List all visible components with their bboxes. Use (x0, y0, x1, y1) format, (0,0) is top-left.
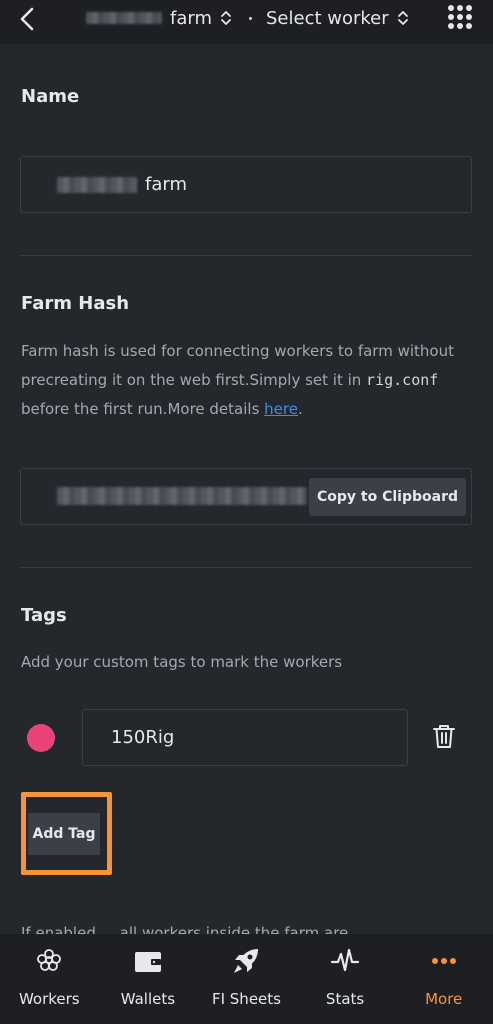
wallet-icon (134, 952, 161, 972)
separator-dot (249, 17, 252, 20)
nav-item-workers[interactable]: Workers (0, 934, 99, 1024)
farm-name-value: farm (145, 174, 187, 195)
worker-selector-label: Select worker (266, 7, 389, 29)
top-bar: farm Select worker (0, 0, 493, 44)
apps-grid-icon[interactable] (446, 3, 474, 31)
chevron-up-down-icon (221, 11, 231, 25)
farm-name-input[interactable]: farm (20, 156, 472, 213)
more-details-link[interactable]: here (264, 400, 298, 418)
farm-hash-description: Farm hash is used for connecting workers… (21, 337, 473, 424)
nav-label: Stats (325, 990, 365, 1008)
tag-name-value: 150Rig (111, 727, 175, 748)
farm-hash-section-title: Farm Hash (21, 293, 130, 314)
trash-icon[interactable] (432, 723, 456, 749)
pulse-icon (330, 948, 360, 972)
chevron-up-down-icon (397, 11, 408, 25)
redacted-farm-name (57, 176, 137, 193)
name-section-title: Name (21, 86, 80, 107)
copy-to-clipboard-button[interactable]: Copy to Clipboard (309, 478, 466, 516)
more-icon (431, 958, 456, 964)
farm-selector-label: farm (170, 7, 212, 29)
farm-hash-desc-text: . (297, 400, 303, 418)
back-arrow-icon[interactable] (16, 7, 40, 31)
farm-hash-desc-text: before the first run.More details (21, 400, 265, 418)
redacted-farm-name (86, 12, 162, 24)
add-tag-button[interactable]: Add Tag (28, 813, 100, 855)
section-divider (20, 255, 472, 256)
tags-section-title: Tags (21, 605, 67, 626)
nav-item-wallets[interactable]: Wallets (99, 934, 198, 1024)
farm-settings-page: farm Select worker Name farm Farm Hash F… (0, 0, 493, 1024)
config-filename: rig.conf (366, 371, 439, 389)
nav-label: FI Sheets (211, 990, 281, 1008)
nav-label: More (425, 990, 463, 1008)
worker-selector[interactable]: Select worker (266, 0, 409, 36)
nav-label: Workers (18, 990, 80, 1008)
bottom-navigation: Workers Wallets FI Sheets Stats More (0, 934, 493, 1024)
redacted-farm-hash (57, 487, 307, 505)
farm-selector[interactable]: farm (86, 0, 232, 36)
rocket-icon (234, 949, 259, 973)
tags-description: Add your custom tags to mark the workers (21, 653, 343, 671)
nav-item-more[interactable]: More (394, 934, 493, 1024)
tag-name-input[interactable]: 150Rig (82, 709, 408, 766)
tag-color-picker[interactable] (27, 724, 55, 752)
workers-icon (37, 949, 62, 971)
nav-label: Wallets (120, 990, 176, 1008)
section-divider (20, 567, 472, 568)
nav-item-stats[interactable]: Stats (296, 934, 395, 1024)
nav-item-fi-sheets[interactable]: FI Sheets (197, 934, 296, 1024)
